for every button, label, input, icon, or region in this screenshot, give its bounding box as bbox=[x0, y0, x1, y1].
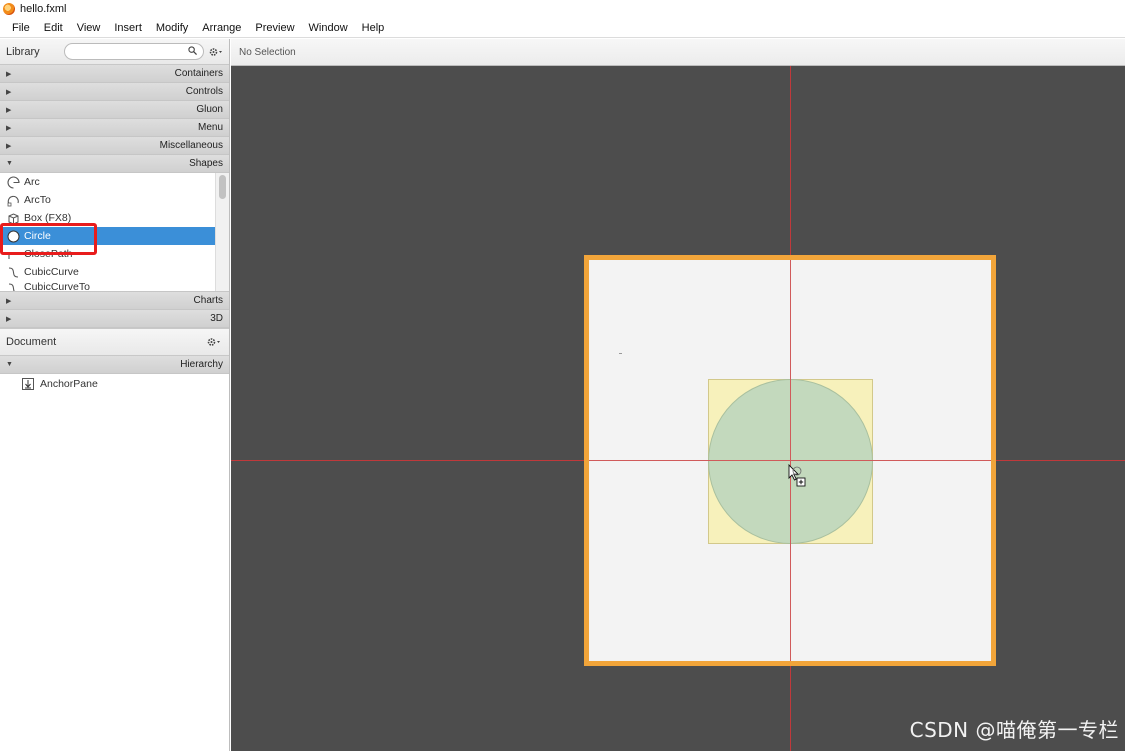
box-icon bbox=[6, 211, 20, 225]
collapsed-arrow-icon: ▶ bbox=[6, 70, 12, 78]
selection-status-bar: No Selection bbox=[231, 39, 1125, 66]
menu-insert[interactable]: Insert bbox=[107, 18, 149, 38]
shape-item-box[interactable]: Box (FX8) bbox=[0, 209, 216, 227]
shape-item-label: ArcTo bbox=[24, 194, 51, 206]
menu-arrange[interactable]: Arrange bbox=[195, 18, 248, 38]
shape-item-label: Circle bbox=[24, 230, 51, 242]
menu-preview[interactable]: Preview bbox=[248, 18, 301, 38]
shape-item-label: CubicCurve bbox=[24, 266, 79, 278]
section-controls[interactable]: ▶ Controls bbox=[0, 83, 229, 101]
menu-window[interactable]: Window bbox=[302, 18, 355, 38]
section-hierarchy[interactable]: ▼ Hierarchy bbox=[0, 356, 229, 374]
menu-view[interactable]: View bbox=[70, 18, 108, 38]
circle-icon bbox=[6, 229, 20, 243]
anchorpane-icon bbox=[22, 378, 34, 390]
library-gear-icon[interactable] bbox=[209, 45, 225, 59]
section-label: 3D bbox=[210, 313, 223, 324]
section-label: Hierarchy bbox=[180, 359, 223, 370]
shape-item-arcto[interactable]: ArcTo bbox=[0, 191, 216, 209]
section-containers[interactable]: ▶ Containers bbox=[0, 65, 229, 83]
cubiccurve-icon bbox=[6, 265, 20, 279]
pane-dot bbox=[619, 353, 622, 354]
collapsed-arrow-icon: ▶ bbox=[6, 88, 12, 96]
section-shapes[interactable]: ▼ Shapes bbox=[0, 155, 229, 173]
collapsed-arrow-icon: ▶ bbox=[6, 106, 12, 114]
csdn-watermark: CSDN @喵俺第一专栏 bbox=[909, 718, 1119, 742]
section-label: Gluon bbox=[196, 104, 223, 115]
section-gluon[interactable]: ▶ Gluon bbox=[0, 101, 229, 119]
collapsed-arrow-icon: ▶ bbox=[6, 142, 12, 150]
tree-item-anchorpane[interactable]: AnchorPane bbox=[0, 374, 229, 394]
section-miscellaneous[interactable]: ▶ Miscellaneous bbox=[0, 137, 229, 155]
document-gear-icon[interactable] bbox=[207, 335, 223, 349]
shapes-scrollbar[interactable] bbox=[215, 173, 229, 291]
arc-icon bbox=[6, 175, 20, 189]
selection-status-text: No Selection bbox=[239, 46, 296, 58]
search-icon bbox=[188, 46, 197, 55]
section-label: Miscellaneous bbox=[159, 140, 223, 151]
shape-item-closepath[interactable]: ClosePath bbox=[0, 245, 216, 263]
menu-bar: File Edit View Insert Modify Arrange Pre… bbox=[0, 18, 1125, 38]
shape-item-label: Box (FX8) bbox=[24, 212, 72, 224]
window-title: hello.fxml bbox=[20, 3, 67, 15]
shape-item-cubiccurve[interactable]: CubicCurve bbox=[0, 263, 216, 281]
design-canvas[interactable]: CSDN @喵俺第一专栏 bbox=[231, 66, 1125, 751]
tree-item-label: AnchorPane bbox=[40, 378, 98, 390]
library-search-input[interactable] bbox=[65, 44, 185, 59]
shape-item-label: ClosePath bbox=[24, 248, 73, 260]
collapsed-arrow-icon: ▶ bbox=[6, 124, 12, 132]
drag-add-cursor-icon bbox=[788, 464, 806, 487]
shape-item-circle[interactable]: Circle bbox=[0, 227, 216, 245]
section-charts[interactable]: ▶ Charts bbox=[0, 292, 229, 310]
app-icon bbox=[3, 3, 15, 15]
library-header: Library bbox=[0, 39, 229, 65]
shape-item-label: Arc bbox=[24, 176, 40, 188]
shape-item-arc[interactable]: Arc bbox=[0, 173, 216, 191]
section-menu[interactable]: ▶ Menu bbox=[0, 119, 229, 137]
document-label: Document bbox=[6, 336, 57, 348]
title-bar: hello.fxml bbox=[0, 0, 1125, 18]
menu-modify[interactable]: Modify bbox=[149, 18, 195, 38]
collapsed-arrow-icon: ▶ bbox=[6, 315, 12, 323]
section-label: Charts bbox=[193, 295, 223, 306]
expanded-arrow-icon: ▼ bbox=[6, 160, 13, 167]
left-panel: Library ▶ Containers ▶ Controls ▶ Gluon … bbox=[0, 39, 230, 751]
menu-file[interactable]: File bbox=[5, 18, 37, 38]
scrollbar-thumb[interactable] bbox=[219, 175, 226, 199]
document-header: Document bbox=[0, 328, 229, 356]
menu-edit[interactable]: Edit bbox=[37, 18, 70, 38]
collapsed-arrow-icon: ▶ bbox=[6, 297, 12, 305]
expanded-arrow-icon: ▼ bbox=[6, 361, 13, 368]
section-3d[interactable]: ▶ 3D bbox=[0, 310, 229, 328]
library-label: Library bbox=[6, 45, 40, 58]
section-label: Controls bbox=[185, 86, 223, 97]
closepath-icon bbox=[6, 247, 20, 261]
shape-item-label: CubicCurveTo bbox=[24, 281, 90, 291]
anchor-pane[interactable] bbox=[584, 255, 996, 666]
shape-item-cubiccurveto[interactable]: CubicCurveTo bbox=[0, 281, 216, 291]
arcto-icon bbox=[6, 193, 20, 207]
pane-center-horizontal-line bbox=[589, 460, 991, 461]
section-label: Containers bbox=[174, 68, 223, 79]
shapes-list: Arc ArcTo Box (FX8) Circle ClosePath Cub… bbox=[0, 173, 229, 292]
section-label: Shapes bbox=[189, 158, 223, 169]
menu-help[interactable]: Help bbox=[355, 18, 392, 38]
section-label: Menu bbox=[197, 122, 223, 133]
cubiccurveto-icon bbox=[6, 281, 20, 291]
library-search[interactable] bbox=[64, 43, 204, 60]
